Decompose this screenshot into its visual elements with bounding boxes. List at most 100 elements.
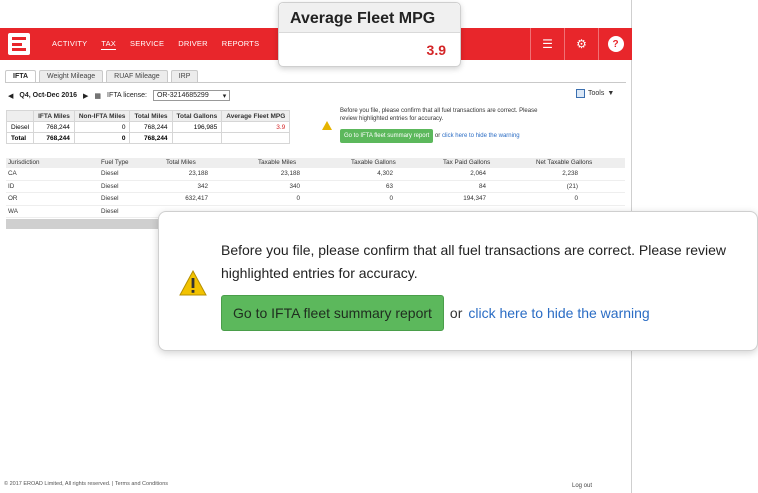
table-row[interactable]: CA Diesel 23,188 23,188 4,302 2,064 2,23… bbox=[6, 168, 625, 181]
help-icon: ? bbox=[607, 36, 624, 52]
tab-irp[interactable]: IRP bbox=[170, 70, 199, 82]
summary-table: IFTA Miles Non-IFTA Miles Total Miles To… bbox=[5, 110, 291, 144]
cell-net-taxable-gallons: (21) bbox=[566, 182, 578, 190]
checklist-icon[interactable]: ☰ bbox=[530, 28, 564, 60]
chevron-down-icon: ▾ bbox=[222, 92, 227, 100]
avg-mpg-callout: Average Fleet MPG 3.9 bbox=[278, 2, 461, 67]
cell-tax-paid-gallons: 194,347 bbox=[463, 195, 486, 202]
warning-callout-actions: Go to IFTA fleet summary report or click… bbox=[221, 295, 650, 331]
table-header-row: Jurisdiction Fuel Type Total Miles Taxab… bbox=[6, 158, 625, 168]
footer-copyright: © 2017 EROAD Limited, All rights reserve… bbox=[4, 481, 169, 487]
cell-tax-paid-gallons: 84 bbox=[478, 182, 486, 190]
col-header: Total Miles bbox=[166, 159, 196, 166]
nav-activity[interactable]: ACTIVITY bbox=[52, 39, 87, 50]
gear-icon[interactable]: ⚙ bbox=[564, 28, 598, 60]
calendar-icon[interactable]: ▦ bbox=[94, 92, 101, 100]
cell-fuel-type: Diesel bbox=[101, 182, 119, 190]
nav-reports[interactable]: REPORTS bbox=[222, 39, 260, 50]
eroad-logo[interactable] bbox=[8, 33, 30, 55]
cell-total-miles: 342 bbox=[197, 182, 208, 190]
warning-icon bbox=[179, 270, 207, 296]
caret-down-icon: ▼ bbox=[607, 90, 615, 97]
summary-report-button[interactable]: Go to IFTA fleet summary report bbox=[340, 129, 434, 143]
summary-header: Total Gallons bbox=[171, 110, 223, 122]
summary-cell bbox=[171, 132, 223, 144]
summary-cell bbox=[221, 132, 291, 144]
license-value: OR-3214685299 bbox=[156, 92, 209, 99]
or-text-large: or bbox=[449, 305, 463, 321]
period-row: ◀ Q4, Oct-Dec 2016 ▶ ▦ IFTA license: OR-… bbox=[8, 90, 231, 101]
tab-weight-mileage[interactable]: Weight Mileage bbox=[39, 70, 104, 82]
tools-icon bbox=[576, 89, 585, 98]
summary-header: Total Miles bbox=[129, 110, 173, 122]
callout-title: Average Fleet MPG bbox=[279, 3, 460, 33]
summary-cell: 768,244 bbox=[129, 121, 173, 133]
tab-ruaf-mileage[interactable]: RUAF Mileage bbox=[106, 70, 168, 82]
cell-total-miles: 23,188 bbox=[188, 170, 208, 177]
cell-jurisdiction: OR bbox=[8, 195, 18, 202]
hide-warning-link[interactable]: click here to hide the warning bbox=[442, 133, 520, 139]
table-row[interactable]: ID Diesel 342 340 63 84 (21) bbox=[6, 181, 625, 193]
cell-jurisdiction: ID bbox=[8, 182, 15, 190]
cell-taxable-gallons: 0 bbox=[389, 195, 393, 202]
col-header: Net Taxable Gallons bbox=[536, 159, 593, 166]
cell-taxable-miles: 340 bbox=[289, 182, 300, 190]
cell-jurisdiction: WA bbox=[8, 207, 18, 215]
or-text: or bbox=[434, 133, 441, 139]
cell-taxable-miles: 0 bbox=[296, 195, 300, 202]
summary-cell: 196,985 bbox=[171, 121, 223, 133]
col-header: Taxable Gallons bbox=[351, 159, 396, 166]
summary-report-button-large[interactable]: Go to IFTA fleet summary report bbox=[221, 295, 444, 331]
summary-cell: Diesel bbox=[5, 121, 35, 133]
summary-header bbox=[5, 110, 35, 122]
nav-driver[interactable]: DRIVER bbox=[178, 39, 208, 50]
cell-net-taxable-gallons: 0 bbox=[574, 195, 578, 202]
next-quarter-icon[interactable]: ▶ bbox=[83, 92, 88, 100]
summary-cell: 768,244 bbox=[129, 132, 173, 144]
cell-jurisdiction: CA bbox=[8, 170, 17, 177]
col-header: Tax Paid Gallons bbox=[443, 159, 491, 166]
cell-fuel-type: Diesel bbox=[101, 195, 119, 202]
cell-taxable-miles: 23,188 bbox=[280, 170, 300, 177]
cell-fuel-type: Diesel bbox=[101, 170, 119, 177]
summary-cell: 768,244 bbox=[33, 121, 75, 133]
summary-cell: Total bbox=[5, 132, 35, 144]
cell-taxable-gallons: 4,302 bbox=[377, 170, 393, 177]
help-button[interactable]: ? bbox=[598, 28, 632, 60]
col-header: Taxable Miles bbox=[258, 159, 297, 166]
cell-tax-paid-gallons: 2,064 bbox=[470, 170, 486, 177]
callout-value: 3.9 bbox=[426, 42, 446, 58]
main-nav: ACTIVITY TAX SERVICE DRIVER REPORTS bbox=[52, 39, 259, 50]
summary-cell: 0 bbox=[73, 132, 131, 144]
col-header: Fuel Type bbox=[101, 159, 129, 166]
top-icons: ☰ ⚙ ? bbox=[530, 28, 632, 60]
hide-warning-link-large[interactable]: click here to hide the warning bbox=[468, 305, 649, 321]
warning-callout: Before you file, please confirm that all… bbox=[158, 211, 758, 351]
summary-cell: 768,244 bbox=[33, 132, 75, 144]
prev-quarter-icon[interactable]: ◀ bbox=[8, 92, 13, 100]
quarter-label: Q4, Oct-Dec 2016 bbox=[19, 92, 77, 99]
nav-service[interactable]: SERVICE bbox=[130, 39, 164, 50]
logout-link[interactable]: Log out bbox=[572, 483, 592, 489]
tab-ifta[interactable]: IFTA bbox=[5, 70, 37, 82]
table-row[interactable]: OR Diesel 632,417 0 0 194,347 0 bbox=[6, 193, 625, 206]
warning-text: Before you file, please confirm that all… bbox=[340, 108, 538, 122]
tools-label: Tools bbox=[588, 90, 605, 97]
tools-menu[interactable]: Tools ▼ bbox=[576, 89, 614, 98]
table-row: Diesel 768,244 0 768,244 196,985 3.9 bbox=[5, 121, 291, 133]
cell-net-taxable-gallons: 2,238 bbox=[562, 170, 578, 177]
jurisdiction-table: Jurisdiction Fuel Type Total Miles Taxab… bbox=[6, 158, 625, 218]
cell-taxable-gallons: 63 bbox=[385, 182, 393, 190]
summary-header: IFTA Miles bbox=[33, 110, 75, 122]
tab-divider bbox=[5, 82, 626, 83]
summary-header: Non-IFTA Miles bbox=[73, 110, 131, 122]
warning-callout-text: Before you file, please confirm that all… bbox=[221, 242, 727, 281]
license-label: IFTA license: bbox=[107, 92, 147, 99]
tax-tabs: IFTA Weight Mileage RUAF Mileage IRP bbox=[5, 70, 199, 82]
cell-total-miles: 632,417 bbox=[185, 195, 208, 202]
cell-fuel-type: Diesel bbox=[101, 207, 119, 215]
nav-tax[interactable]: TAX bbox=[101, 39, 116, 50]
warning-icon bbox=[322, 121, 332, 130]
license-select[interactable]: OR-3214685299 ▾ bbox=[152, 90, 231, 101]
summary-cell: 0 bbox=[73, 121, 131, 133]
